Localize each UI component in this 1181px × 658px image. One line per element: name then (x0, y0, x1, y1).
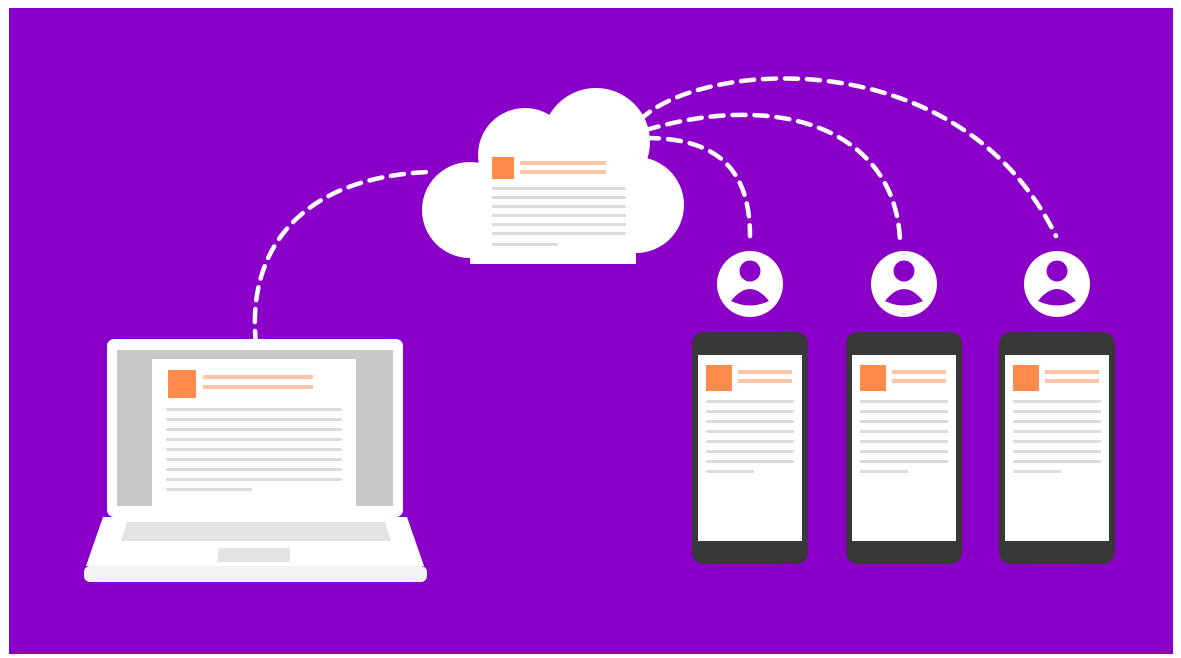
smartphone-icon (692, 332, 808, 564)
user-circle-icon (717, 251, 783, 317)
user-circle-icon (1024, 251, 1090, 317)
user-circle-icon (871, 251, 937, 317)
smartphone-icon (846, 332, 962, 564)
smartphone-icon (999, 332, 1115, 564)
sync-diagram (0, 0, 1181, 658)
laptop-icon (84, 339, 427, 582)
diagram-canvas (9, 8, 1173, 654)
